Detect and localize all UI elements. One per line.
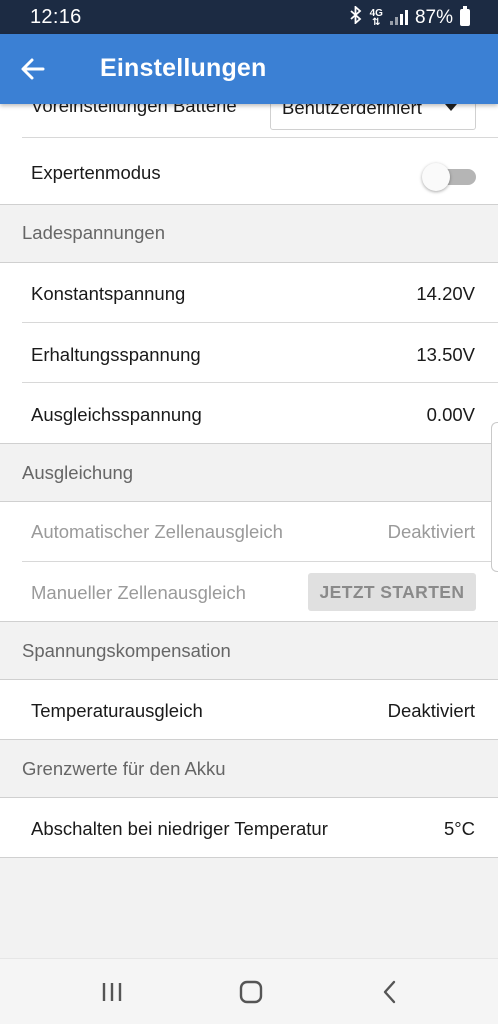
setting-label: Konstantspannung: [31, 283, 186, 304]
setting-value: Deaktiviert: [387, 700, 475, 721]
setting-row-low-temp-cutoff[interactable]: Abschalten bei niedriger Temperatur 5°C: [0, 798, 498, 857]
scrollbar[interactable]: [491, 422, 498, 572]
setting-label: Manueller Zellenausgleich: [31, 582, 246, 603]
battery-preset-dropdown[interactable]: Benutzerdefiniert: [270, 104, 476, 130]
section-title: Grenzwerte für den Akku: [22, 758, 226, 779]
home-icon[interactable]: [236, 977, 266, 1007]
setting-row-manual-equalization: Manueller Zellenausgleich JETZT STARTEN: [0, 562, 498, 622]
expert-mode-label: Expertenmodus: [31, 162, 161, 183]
battery-icon: [460, 6, 470, 26]
back-icon[interactable]: [375, 977, 405, 1007]
expert-mode-row[interactable]: Expertenmodus: [0, 138, 498, 204]
divider: [0, 857, 498, 858]
section-header: Ausgleichung: [0, 444, 498, 501]
setting-row-erhaltungsspannung[interactable]: Erhaltungsspannung 13.50V: [0, 323, 498, 383]
setting-label: Ausgleichsspannung: [31, 404, 202, 425]
bluetooth-icon: [349, 4, 363, 29]
setting-value: 0.00V: [426, 404, 475, 425]
status-bar: 12:16 4G ⇅ 87%: [0, 0, 498, 34]
setting-value: Deaktiviert: [387, 521, 475, 542]
page-title: Einstellungen: [100, 54, 267, 82]
setting-row-temperature-compensation[interactable]: Temperaturausgleich Deaktiviert: [0, 680, 498, 739]
setting-label: Erhaltungsspannung: [31, 344, 201, 365]
battery-preset-label: Voreinstellungen Batterie: [31, 104, 237, 116]
section-title: Ladespannungen: [22, 222, 166, 243]
setting-label: Automatischer Zellenausgleich: [31, 521, 283, 542]
signal-icon: [389, 10, 408, 25]
network-type-icon: 4G ⇅: [369, 7, 383, 28]
setting-row-ausgleichsspannung[interactable]: Ausgleichsspannung 0.00V: [0, 383, 498, 443]
status-time: 12:16: [30, 6, 82, 28]
setting-row-konstantspannung[interactable]: Konstantspannung 14.20V: [0, 263, 498, 323]
section-title: Ausgleichung: [22, 462, 134, 483]
battery-preset-row: Voreinstellungen Batterie Benutzerdefini…: [0, 104, 498, 138]
section-header: Ladespannungen: [0, 205, 498, 262]
back-arrow-icon[interactable]: [18, 54, 48, 84]
expert-mode-toggle[interactable]: [422, 163, 476, 191]
section-title: Spannungskompensation: [22, 640, 231, 661]
setting-value: 13.50V: [416, 344, 475, 365]
settings-list[interactable]: Voreinstellungen Batterie Benutzerdefini…: [0, 104, 498, 958]
status-icons: 4G ⇅ 87%: [349, 4, 470, 29]
battery-preset-value: Benutzerdefiniert: [282, 104, 422, 118]
battery-percent: 87%: [414, 6, 453, 28]
section-header: Grenzwerte für den Akku: [0, 740, 498, 797]
setting-label: Temperaturausgleich: [31, 700, 203, 721]
start-now-button[interactable]: JETZT STARTEN: [308, 573, 476, 611]
app-bar: Einstellungen: [0, 34, 498, 104]
recent-apps-icon[interactable]: [97, 977, 127, 1007]
section-header: Spannungskompensation: [0, 622, 498, 679]
dropdown-caret-icon: [445, 104, 457, 111]
navigation-bar: [0, 958, 498, 1024]
setting-value: 14.20V: [416, 283, 475, 304]
setting-row-auto-equalization: Automatischer Zellenausgleich Deaktivier…: [0, 502, 498, 562]
setting-value: 5°C: [443, 818, 475, 839]
setting-label: Abschalten bei niedriger Temperatur: [31, 818, 328, 839]
